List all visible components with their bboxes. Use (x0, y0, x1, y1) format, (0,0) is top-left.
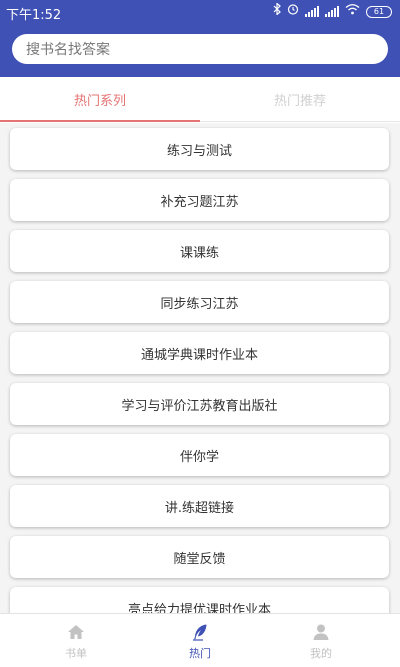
list-item[interactable]: 同步练习江苏 (10, 281, 389, 323)
status-time: 下午1:52 (6, 8, 62, 23)
list-item-label: 同步练习江苏 (160, 296, 239, 312)
tab-hot-recommend[interactable]: 热门推荐 (200, 77, 400, 122)
list-item-label: 通城学典课时作业本 (140, 347, 258, 363)
list-item[interactable]: 随堂反馈 (10, 536, 389, 578)
list-item[interactable]: 讲.练超链接 (10, 485, 389, 527)
list-item-label: 伴你学 (179, 449, 219, 465)
tab-bar: 热门系列 热门推荐 (0, 77, 400, 122)
tab-hot-series[interactable]: 热门系列 (0, 77, 200, 122)
nav-mine-label: 我的 (310, 646, 332, 660)
list-item[interactable]: 课课练 (10, 230, 389, 272)
list-item-label: 讲.练超链接 (164, 500, 235, 516)
cellular-icon-2 (325, 6, 339, 17)
wifi-icon (345, 3, 360, 20)
cellular-icon (305, 6, 319, 17)
list-item-label: 亮点给力提优课时作业本 (127, 602, 271, 614)
bottom-nav: 书单 热门 我的 (0, 613, 400, 667)
list-item-label: 随堂反馈 (173, 551, 226, 567)
search-placeholder: 搜书名找答案 (26, 42, 110, 58)
search-input[interactable]: 搜书名找答案 (12, 34, 388, 64)
user-icon (313, 624, 329, 640)
status-icons: 61 (273, 2, 392, 20)
list-item[interactable]: 练习与测试 (10, 128, 389, 170)
list-item[interactable]: 学习与评价江苏教育出版社 (10, 383, 389, 425)
feather-icon (193, 624, 207, 641)
list-item[interactable]: 伴你学 (10, 434, 389, 476)
nav-booklist[interactable]: 书单 (26, 614, 126, 667)
bluetooth-icon (273, 2, 281, 20)
nav-booklist-label: 书单 (65, 646, 87, 660)
battery-icon: 61 (366, 5, 392, 18)
list-item-label: 练习与测试 (166, 143, 232, 159)
list-item[interactable]: 亮点给力提优课时作业本 (10, 587, 389, 613)
list-item[interactable]: 通城学典课时作业本 (10, 332, 389, 374)
status-bar: 下午1:52 61 (0, 0, 400, 24)
app-header: 下午1:52 61 搜书名找答案 (0, 0, 400, 77)
list-item-label: 学习与评价江苏教育出版社 (121, 398, 278, 414)
list-item-label: 补充习题江苏 (160, 194, 239, 210)
home-icon (68, 624, 84, 639)
series-list[interactable]: 练习与测试 补充习题江苏 课课练 同步练习江苏 通城学典课时作业本 学习与评价江… (0, 123, 400, 613)
alarm-icon (287, 3, 299, 20)
nav-hot[interactable]: 热门 (150, 614, 250, 667)
list-item[interactable]: 补充习题江苏 (10, 179, 389, 221)
nav-mine[interactable]: 我的 (271, 614, 371, 667)
tab-indicator (0, 120, 200, 122)
tab-hot-series-label: 热门系列 (73, 94, 126, 109)
tab-hot-recommend-label: 热门推荐 (273, 94, 326, 109)
list-item-label: 课课练 (179, 245, 219, 261)
nav-hot-label: 热门 (189, 646, 211, 660)
app-root: 下午1:52 61 搜书名找答案 热门系列 热门推荐 练习与测试 补充习题江苏 … (0, 0, 400, 667)
